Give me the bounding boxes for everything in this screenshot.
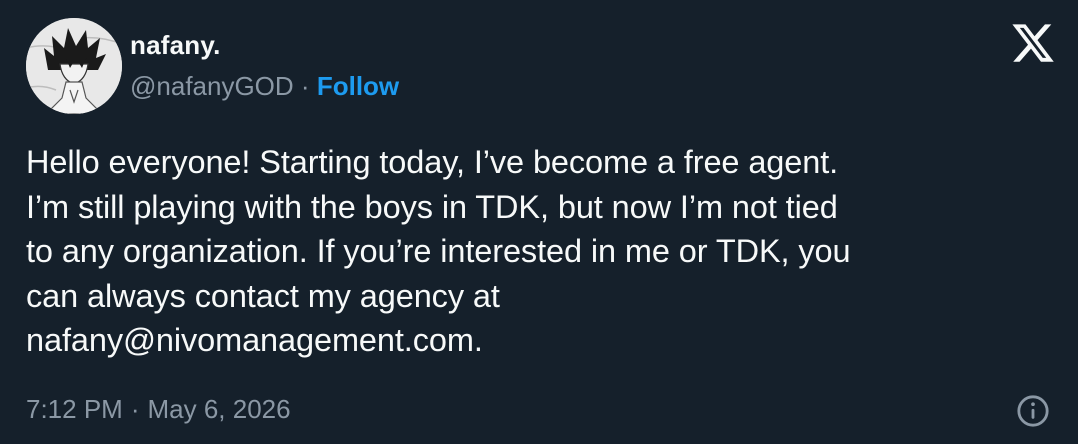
tweet-text: Hello everyone! Starting today, I’ve bec… [26,144,851,359]
tweet-meta: 7:12 PM · May 6, 2026 [26,393,291,425]
follow-button[interactable]: Follow [317,71,399,101]
author-handle-row: @nafanyGOD · Follow [130,70,399,102]
author-display-name[interactable]: nafany. [130,30,399,60]
handle-separator: · [300,71,310,101]
author-handle[interactable]: @nafanyGOD [130,71,294,101]
author-info: nafany. @nafanyGOD · Follow [130,30,399,102]
x-logo-icon[interactable] [1010,20,1056,66]
tweet-time[interactable]: 7:12 PM [26,394,123,424]
meta-separator: · [130,394,140,424]
tweet-card: nafany. @nafanyGOD · Follow Hello everyo… [0,0,1078,444]
tweet-date[interactable]: May 6, 2026 [148,394,291,424]
avatar[interactable] [26,18,122,114]
info-icon[interactable] [1016,394,1050,428]
avatar-image [26,18,122,114]
